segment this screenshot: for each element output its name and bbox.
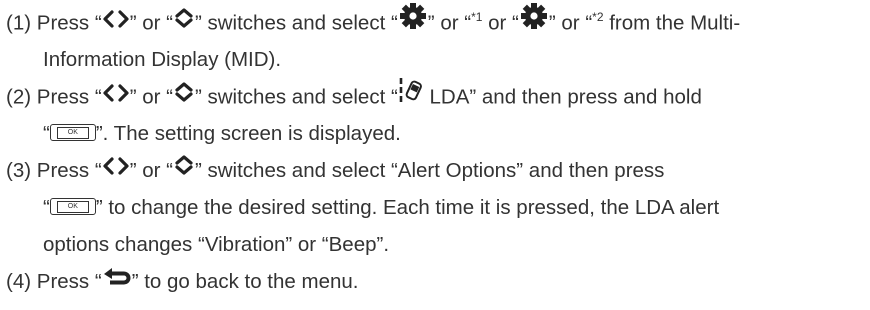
back-arrow-icon — [102, 262, 132, 299]
left-right-arrows-icon — [102, 4, 130, 41]
gear-icon — [398, 2, 428, 42]
step-1-line-1: (1) Press “” or “” switches and select “… — [6, 2, 870, 42]
up-down-arrows-icon — [173, 78, 195, 115]
step-3-line-1: (3) Press “” or “” switches and select “… — [6, 152, 870, 189]
step-number: (1) — [6, 11, 32, 35]
step-number: (3) — [6, 159, 32, 182]
left-right-arrows-icon — [102, 78, 130, 115]
step-2-line-1: (2) Press “” or “” switches and select “… — [6, 78, 870, 115]
step-1-line-2: Information Display (MID). — [43, 48, 282, 71]
ok-button-icon: OK — [49, 198, 96, 216]
step-4-line-1: (4) Press “” to go back to the menu. — [6, 263, 870, 300]
step-3-line-2: “OK” to change the desired setting. Each… — [43, 196, 720, 219]
step-2-line-2: “OK”. The setting screen is displayed. — [43, 122, 401, 145]
up-down-arrows-icon — [173, 4, 195, 41]
instruction-steps: (1) Press “” or “” switches and select “… — [0, 0, 870, 300]
left-right-arrows-icon — [102, 151, 130, 188]
gear-icon — [519, 2, 549, 42]
step-3-line-3: options changes “Vibration” or “Beep”. — [43, 233, 390, 256]
step-number: (4) — [6, 270, 32, 293]
lda-icon — [398, 76, 424, 116]
up-down-arrows-icon — [173, 151, 195, 188]
step-number: (2) — [6, 85, 32, 109]
ok-button-icon: OK — [49, 124, 96, 142]
